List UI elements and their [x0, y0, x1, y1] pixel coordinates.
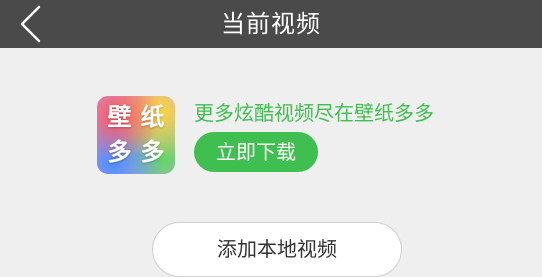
top-bar: 当前视频 [0, 0, 542, 48]
promo-banner: 壁 纸 多 多 更多炫酷视频尽在壁纸多多 立即下载 [97, 96, 477, 176]
download-button[interactable]: 立即下载 [194, 132, 318, 172]
app-icon-char: 多 [140, 138, 165, 166]
page-title: 当前视频 [221, 10, 321, 38]
add-local-video-button[interactable]: 添加本地视频 [152, 222, 402, 277]
app-icon[interactable]: 壁 纸 多 多 [97, 96, 175, 174]
promo-text: 更多炫酷视频尽在壁纸多多 [194, 101, 434, 125]
app-icon-char: 纸 [140, 103, 165, 131]
